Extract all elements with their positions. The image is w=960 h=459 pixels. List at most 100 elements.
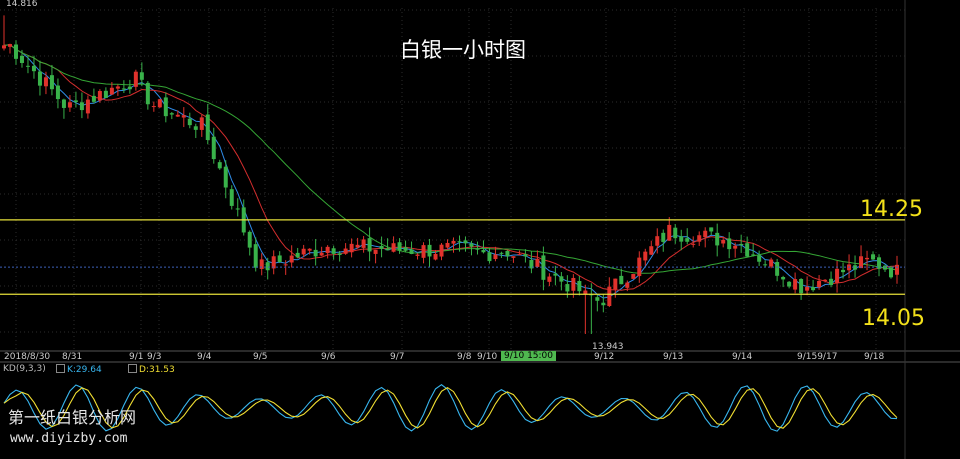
candle-body — [115, 86, 120, 89]
candle-body — [49, 75, 54, 90]
candle-body — [175, 114, 180, 117]
candle-body — [211, 136, 216, 160]
date-tick-label: 9/7 — [390, 352, 405, 362]
candle-body — [577, 281, 582, 292]
candle-body — [829, 278, 834, 286]
candle-body — [595, 297, 600, 301]
candle-body — [625, 282, 630, 288]
candle-body — [427, 244, 432, 257]
candle-body — [193, 126, 198, 130]
candle-body — [679, 236, 684, 242]
candle-body — [283, 264, 288, 266]
candle-body — [835, 268, 840, 283]
candle-body — [517, 254, 522, 256]
date-tick-label: 2018/8/30 — [4, 352, 51, 362]
candle-body — [763, 264, 768, 266]
date-tick-label: 9/10 — [477, 352, 498, 362]
low-price-label: 13.943 — [592, 342, 624, 352]
candle-body — [883, 265, 888, 270]
candle-body — [361, 239, 366, 248]
candle-body — [409, 249, 414, 255]
candle-body — [157, 99, 162, 108]
candle-body — [541, 255, 546, 280]
candle-body — [631, 274, 636, 279]
candle-body — [139, 72, 144, 80]
candle-body — [487, 252, 492, 262]
candle-body — [37, 71, 42, 86]
candle-body — [109, 87, 114, 95]
candle-body — [121, 88, 126, 90]
candle-body — [355, 244, 360, 248]
candle-body — [685, 238, 690, 242]
candle-body — [217, 162, 222, 169]
candle-body — [673, 227, 678, 239]
candle-body — [619, 275, 624, 285]
moving-average-lines — [3, 44, 898, 299]
candle-body — [385, 248, 390, 251]
candle-body — [73, 100, 78, 102]
price-chart — [0, 0, 960, 459]
candle-body — [721, 239, 726, 244]
candle-body — [469, 243, 474, 247]
candle-body — [445, 242, 450, 248]
candle-body — [265, 262, 270, 271]
candle-body — [805, 287, 810, 291]
candle-body — [793, 279, 798, 290]
candle-body — [145, 82, 150, 105]
candle-body — [397, 242, 402, 251]
k-value-text: K:29.64 — [67, 365, 102, 375]
candle-body — [379, 245, 384, 249]
date-tick-label: 9/3 — [147, 352, 162, 362]
date-tick-label: 9/12 — [594, 352, 615, 362]
candle-body — [733, 245, 738, 249]
ma-fast-line — [3, 44, 898, 299]
kd-k-value[interactable]: K:29.64 — [56, 364, 102, 375]
candle-body — [697, 235, 702, 242]
kd-indicator-label: KD(9,3,3) — [3, 364, 46, 374]
candle-body — [643, 251, 648, 261]
candle-body — [235, 208, 240, 210]
k-line — [3, 384, 898, 432]
d-line — [3, 386, 898, 429]
candle-body — [163, 97, 168, 117]
date-tick-label: 8/31 — [62, 352, 83, 362]
candle-body — [493, 254, 498, 260]
candle-body — [559, 276, 564, 282]
candle-body — [655, 236, 660, 246]
ma-slow-line — [3, 44, 898, 274]
candle-body — [43, 77, 48, 87]
candle-body — [289, 255, 294, 263]
candle-body — [889, 267, 894, 278]
candle-body — [391, 243, 396, 252]
date-tick-label: 9/1 — [129, 352, 144, 362]
candle-body — [151, 106, 156, 108]
candle-body — [787, 281, 792, 287]
date-tick-label: 9/13 — [663, 352, 684, 362]
candle-body — [181, 115, 186, 118]
candle-body — [505, 250, 510, 257]
candle-body — [295, 252, 300, 258]
candle-body — [319, 252, 324, 256]
date-tick-label: 9/18 — [864, 352, 885, 362]
candle-body — [205, 114, 210, 141]
high-price-label: 14.816 — [6, 0, 38, 9]
candle-body — [343, 248, 348, 254]
kd-d-value[interactable]: D:31.53 — [128, 364, 175, 375]
candle-body — [841, 269, 846, 273]
candle-body — [865, 257, 870, 260]
candle-body — [97, 91, 102, 101]
candle-body — [691, 243, 696, 245]
candle-body — [463, 240, 468, 244]
candle-body — [415, 254, 420, 256]
chart-title: 白银一小时图 — [400, 38, 526, 62]
candle-body — [277, 255, 282, 262]
d-checkbox-icon[interactable] — [128, 364, 137, 373]
candle-body — [127, 86, 132, 90]
date-tick-label: 9/14 — [732, 352, 753, 362]
candle-body — [571, 277, 576, 291]
candle-body — [703, 230, 708, 238]
candle-body — [535, 258, 540, 267]
k-checkbox-icon[interactable] — [56, 364, 65, 373]
candle-body — [325, 246, 330, 254]
candle-body — [169, 113, 174, 115]
